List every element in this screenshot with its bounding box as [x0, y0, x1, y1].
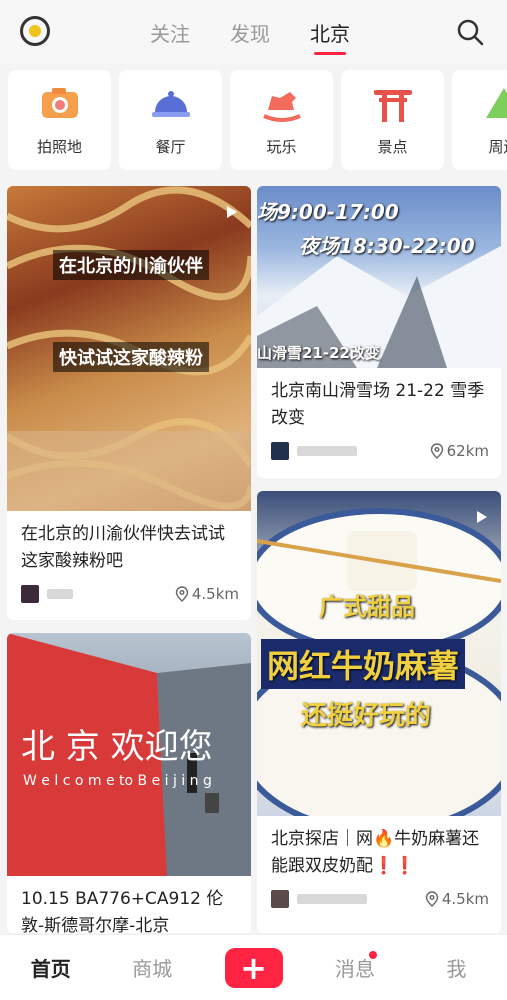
category-nearby[interactable]: 周边 [452, 70, 507, 170]
avatar[interactable] [271, 442, 289, 460]
cover-caption: 快试试这家酸辣粉 [53, 342, 209, 372]
top-bar: 关注 发现 北京 [0, 0, 507, 64]
post-cover-image: 场9:00-17:00 夜场18:30-22:00 山滑雪21-22改变 [257, 186, 501, 368]
category-label: 玩乐 [266, 137, 297, 156]
video-play-icon [477, 511, 487, 523]
cover-caption: 山滑雪21-22改变 [257, 344, 380, 362]
cover-caption: 在北京的川渝伙伴 [53, 250, 209, 280]
category-row: 拍照地 餐厅 玩乐 景点 周边 [0, 70, 507, 174]
header-tabs: 关注 发现 北京 [150, 18, 350, 55]
category-label: 餐厅 [155, 137, 186, 156]
feed-card-dessert[interactable]: 广式甜品 网红牛奶麻薯 还挺好玩的 北京探店｜网🔥牛奶麻薯还能跟双皮奶配❗❗ 4… [257, 491, 501, 933]
author-name-blurred [297, 894, 367, 904]
distance: 4.5km [175, 585, 239, 603]
author-name-blurred [297, 446, 357, 456]
nav-post[interactable]: + [203, 947, 304, 988]
torii-gate-icon [373, 89, 412, 122]
avatar[interactable] [21, 585, 39, 603]
tab-discover[interactable]: 发现 [230, 18, 270, 47]
cover-caption: 还挺好玩的 [301, 701, 432, 731]
post-title: 在北京的川渝伙伴快去试试这家酸辣粉吧 [21, 524, 225, 571]
nav-messages[interactable]: 消息 [304, 951, 405, 982]
post-title: 10.15 BA776+CA912 伦敦-斯德哥尔摩-北京 [21, 889, 224, 933]
author-name-blurred [47, 589, 73, 599]
distance-text: 62km [446, 442, 489, 460]
search-icon[interactable] [456, 18, 484, 46]
video-play-icon [227, 206, 237, 218]
category-photo-spot[interactable]: 拍照地 [8, 70, 111, 170]
nav-me[interactable]: 我 [406, 953, 507, 982]
post-meta: 4.5km [257, 880, 501, 910]
rocking-horse-icon [262, 91, 301, 122]
welcome-sign: 北 京 欢迎您 [21, 727, 213, 767]
cover-caption: 场9:00-17:00 [257, 200, 399, 224]
unread-dot [369, 951, 378, 959]
post-cover-image: 北 京 欢迎您 W e l c o m e to B e i j i n g [7, 633, 251, 876]
nav-mall[interactable]: 商城 [101, 953, 202, 982]
post-meta: 4.5km [7, 575, 251, 605]
distance-text: 4.5km [191, 585, 239, 603]
category-label: 周边 [488, 137, 507, 156]
bottom-nav: 首页 商城 + 消息 我 [0, 934, 507, 1000]
category-label: 景点 [377, 137, 408, 156]
post-meta: 62km [257, 432, 501, 462]
post-cover-image: 在北京的川渝伙伴 快试试这家酸辣粉 [7, 186, 251, 511]
location-pin-icon [430, 443, 443, 459]
category-restaurant[interactable]: 餐厅 [119, 70, 222, 170]
app-logo-icon[interactable] [20, 16, 50, 46]
avatar[interactable] [271, 890, 289, 908]
category-scenic[interactable]: 景点 [341, 70, 444, 170]
location-pin-icon [425, 891, 439, 907]
post-cover-image: 广式甜品 网红牛奶麻薯 还挺好玩的 [257, 491, 501, 816]
camera-icon [41, 87, 78, 118]
distance: 62km [430, 442, 489, 460]
distance: 4.5km [425, 890, 489, 908]
nav-home[interactable]: 首页 [0, 953, 101, 982]
cover-caption: 夜场18:30-22:00 [299, 234, 475, 258]
post-title: 北京南山滑雪场 21-22 雪季改变 [271, 381, 485, 428]
tab-beijing[interactable]: 北京 [310, 18, 350, 55]
nav-messages-label: 消息 [334, 957, 375, 981]
post-title: 北京探店｜网🔥牛奶麻薯还能跟双皮奶配❗❗ [271, 829, 480, 876]
dish-cover-icon [151, 90, 190, 117]
feed-card-ski[interactable]: 场9:00-17:00 夜场18:30-22:00 山滑雪21-22改变 北京南… [257, 186, 501, 478]
category-label: 拍照地 [36, 137, 82, 156]
cover-caption: 广式甜品 [319, 593, 415, 621]
feed-card-airport[interactable]: 北 京 欢迎您 W e l c o m e to B e i j i n g 1… [7, 633, 251, 933]
post-button[interactable]: + [224, 947, 283, 988]
welcome-sign-english: W e l c o m e to B e i j i n g [23, 773, 212, 789]
category-entertainment[interactable]: 玩乐 [230, 70, 333, 170]
tab-following[interactable]: 关注 [150, 18, 190, 47]
mountain-icon [485, 87, 507, 118]
feed-card-noodles[interactable]: 在北京的川渝伙伴 快试试这家酸辣粉 在北京的川渝伙伴快去试试这家酸辣粉吧 4.5… [7, 186, 251, 620]
cover-caption: 网红牛奶麻薯 [261, 639, 466, 689]
location-pin-icon [175, 586, 189, 602]
distance-text: 4.5km [441, 890, 489, 908]
